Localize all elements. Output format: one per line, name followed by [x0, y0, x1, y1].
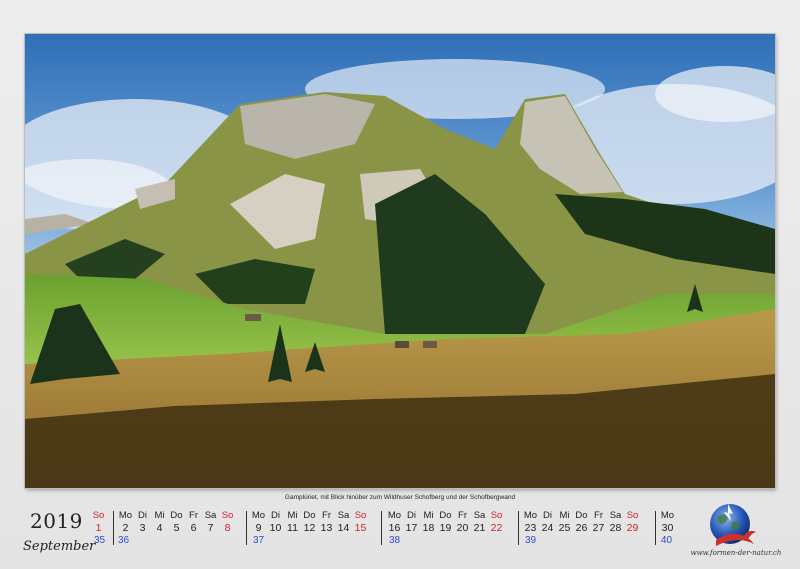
day-name: Fr	[189, 510, 198, 521]
day-number: 15	[354, 522, 367, 534]
calendar-month: September	[23, 539, 96, 554]
day-name: Sa	[337, 510, 350, 521]
day-number: 11	[287, 522, 298, 534]
day-name: Mo	[660, 510, 675, 521]
photo-caption: Gamplüriet, mit Blick hinüber zum Wildhu…	[284, 494, 516, 501]
day-number: 1	[95, 522, 102, 534]
day-name: Do	[439, 510, 452, 521]
day-number: 2	[122, 522, 129, 534]
day-name: Do	[575, 510, 588, 521]
day-number: 5	[173, 522, 180, 534]
day-number: 17	[405, 522, 418, 534]
day-name: Fr	[594, 510, 603, 521]
week-39: Mo 23 Di 24 Mi 25 Do 26 Fr 27 Sa 28 So 29	[522, 509, 641, 547]
day-name: Mi	[423, 510, 434, 521]
day-name: So	[354, 510, 367, 521]
day-number: 3	[139, 522, 146, 534]
day-number: 14	[337, 522, 350, 534]
day-number: 26	[575, 522, 588, 534]
day-number: 9	[255, 522, 262, 534]
day-number: 6	[190, 522, 197, 534]
day-name: Sa	[609, 510, 622, 521]
day-number: 20	[456, 522, 469, 534]
day-name: Sa	[204, 510, 217, 521]
week-37: Mo 9 Di 10 Mi 11 Do 12 Fr 13 Sa 14 So 15	[250, 509, 369, 547]
day-number: 16	[388, 522, 401, 534]
calendar-page: Gamplüriet, mit Blick hinüber zum Wildhu…	[0, 0, 800, 569]
day-number: 12	[303, 522, 316, 534]
day-number: 28	[609, 522, 622, 534]
calendar-year: 2019	[30, 509, 83, 533]
day-name: Do	[170, 510, 183, 521]
day-name: Di	[543, 510, 552, 521]
day-number: 22	[490, 522, 503, 534]
mountain-landscape-image	[25, 34, 775, 488]
day-number: 4	[156, 522, 163, 534]
day-name: Mo	[118, 510, 133, 521]
day-name: Sa	[473, 510, 486, 521]
day-name: Fr	[458, 510, 467, 521]
week-number: 37	[253, 535, 265, 546]
day-name: Di	[138, 510, 147, 521]
day-name: Mo	[523, 510, 538, 521]
week-number: 36	[118, 535, 130, 546]
day-number: 25	[558, 522, 571, 534]
day-name: Do	[303, 510, 316, 521]
day-number: 13	[320, 522, 333, 534]
day-number: 19	[439, 522, 452, 534]
week-divider	[113, 511, 114, 545]
day-name: Mo	[251, 510, 266, 521]
day-name: So	[490, 510, 503, 521]
week-36: Mo 2 Di 3 Mi 4 Do 5 Fr 6 Sa 7 So 8	[117, 509, 236, 547]
day-name: So	[221, 510, 234, 521]
day-name: Fr	[322, 510, 331, 521]
week-number: 40	[661, 535, 673, 546]
globe-logo-icon	[702, 502, 772, 550]
day-number: 18	[422, 522, 435, 534]
day-name: Mi	[154, 510, 165, 521]
landscape-photo	[25, 34, 775, 488]
week-38: Mo 16 Di 17 Mi 18 Do 19 Fr 20 Sa 21 So 22	[386, 509, 505, 547]
week-divider	[246, 511, 247, 545]
week-number: 35	[94, 535, 106, 546]
day-name: Di	[271, 510, 280, 521]
day-number: 24	[541, 522, 554, 534]
day-number: 29	[626, 522, 639, 534]
day-number: 8	[224, 522, 231, 534]
week-divider	[381, 511, 382, 545]
day-number: 23	[524, 522, 537, 534]
day-number: 7	[207, 522, 214, 534]
day-name: Mi	[287, 510, 298, 521]
day-name: So	[92, 510, 105, 521]
week-divider	[518, 511, 519, 545]
week-number: 39	[525, 535, 537, 546]
week-divider	[655, 511, 656, 545]
day-name: Mo	[387, 510, 402, 521]
day-name: So	[626, 510, 639, 521]
day-name: Mi	[559, 510, 570, 521]
day-number: 30	[661, 522, 674, 534]
week-number: 38	[389, 535, 401, 546]
day-number: 27	[592, 522, 605, 534]
day-number: 21	[473, 522, 486, 534]
day-number: 10	[269, 522, 282, 534]
day-name: Di	[407, 510, 416, 521]
website-url: www.formen-der-natur.ch	[690, 549, 782, 557]
